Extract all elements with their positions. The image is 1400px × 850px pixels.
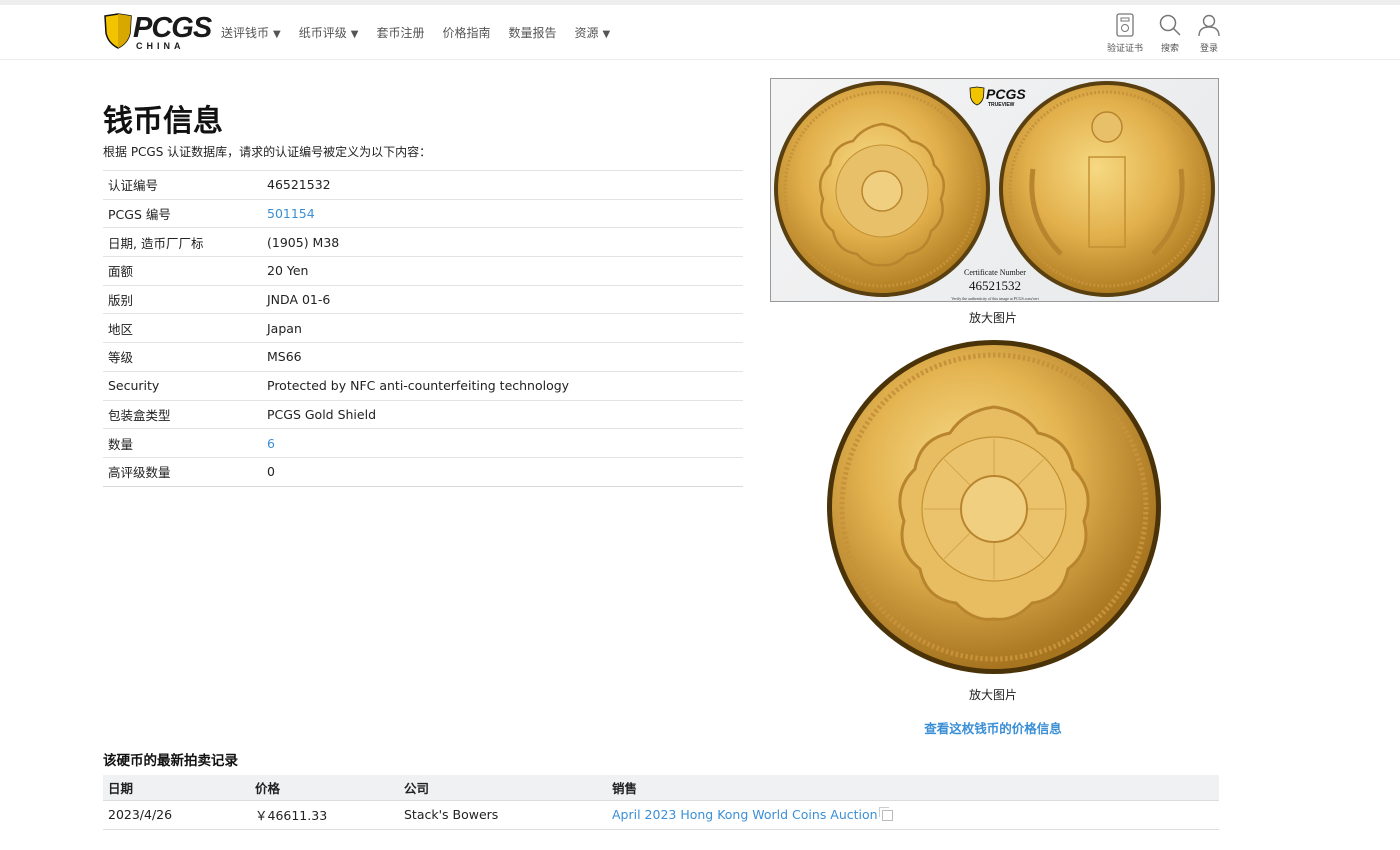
svg-text:TRUEVIEW: TRUEVIEW	[988, 102, 1015, 108]
row-label: PCGS 编号	[103, 198, 262, 228]
row-value: 20 Yen	[262, 256, 743, 286]
table-row: 高评级数量 0	[103, 456, 743, 487]
col-date: 日期	[103, 775, 250, 801]
row-label: Security	[103, 370, 262, 400]
verify-note: Verify the authenticity of this image at…	[951, 296, 1039, 301]
logo-wordmark: PCGS	[133, 12, 212, 44]
row-label: 地区	[103, 313, 262, 343]
table-row: 地区 Japan	[103, 313, 743, 343]
row-label: 高评级数量	[103, 456, 262, 487]
auction-table: 日期 价格 公司 销售 2023/4/26 ￥46611.33 Stack's …	[103, 775, 1219, 830]
table-row: 包装盒类型 PCGS Gold Shield	[103, 399, 743, 429]
shield-icon	[104, 13, 132, 49]
page-title: 钱币信息	[103, 104, 223, 139]
user-icon	[1198, 14, 1220, 37]
slab-image[interactable]: PCGS TRUEVIEW Certificate Number 4652153…	[770, 78, 1219, 302]
auction-company: Stack's Bowers	[399, 800, 607, 830]
table-row: 认证编号 46521532	[103, 170, 743, 200]
certificate-icon	[1116, 13, 1134, 37]
nav-resources[interactable]: 资源 ▼	[574, 24, 610, 41]
auction-date: 2023/4/26	[103, 800, 250, 830]
nav-population-report[interactable]: 数量报告	[508, 24, 556, 41]
external-link-icon[interactable]	[878, 807, 893, 821]
chevron-down-icon: ▼	[602, 29, 611, 40]
row-label: 面额	[103, 256, 262, 286]
nav-banknote-grading[interactable]: 纸币评级 ▼	[299, 24, 359, 41]
nav-set-registry[interactable]: 套币注册	[376, 24, 424, 41]
auction-sale-link[interactable]: April 2023 Hong Kong World Coins Auction	[612, 807, 878, 822]
chevron-down-icon: ▼	[273, 29, 281, 40]
col-price: 价格	[250, 775, 399, 801]
auction-price: ￥46611.33	[250, 800, 399, 830]
col-sale: 销售	[607, 775, 1219, 801]
row-label: 认证编号	[103, 170, 262, 200]
view-price-info-link[interactable]: 查看这枚钱币的价格信息	[893, 718, 1093, 737]
cert-label: Certificate Number	[964, 268, 1026, 277]
table-row: 版别 JNDA 01-6	[103, 284, 743, 314]
row-value: MS66	[262, 342, 743, 372]
row-label: 等级	[103, 342, 262, 372]
row-label: 数量	[103, 428, 262, 458]
row-value: PCGS Gold Shield	[262, 399, 743, 429]
population-link[interactable]: 6	[267, 436, 275, 451]
table-row: 等级 MS66	[103, 342, 743, 372]
table-row: Security Protected by NFC anti-counterfei…	[103, 370, 743, 400]
chevron-down-icon: ▼	[350, 29, 359, 40]
search-icon	[1159, 14, 1181, 36]
table-row: PCGS 编号 501154	[103, 198, 743, 228]
verify-cert-button[interactable]: 验证证书	[1100, 13, 1150, 54]
logo-subtitle: CHINA	[136, 41, 185, 51]
site-header: PCGS CHINA 送评钱币 ▼ 纸币评级 ▼ 套币注册 价格指南 数量报告 资源…	[0, 5, 1400, 60]
row-value: (1905) M38	[262, 227, 743, 257]
row-label: 日期, 造币厂厂标	[103, 227, 262, 257]
row-value: 0	[262, 456, 743, 487]
table-row: 日期, 造币厂厂标 (1905) M38	[103, 227, 743, 257]
nav-submit-coins[interactable]: 送评钱币 ▼	[221, 24, 281, 41]
table-row: 2023/4/26 ￥46611.33 Stack's Bowers April…	[103, 800, 1219, 830]
coin-obverse-image	[774, 81, 990, 297]
row-label: 包装盒类型	[103, 399, 262, 429]
nav-price-guide[interactable]: 价格指南	[442, 24, 490, 41]
auction-section-title: 该硬币的最新拍卖记录	[103, 753, 238, 769]
table-row: 面额 20 Yen	[103, 256, 743, 286]
trueview-logo: PCGS TRUEVIEW	[969, 86, 1026, 108]
coin-large-image[interactable]	[826, 339, 1162, 675]
intro-text: 根据 PCGS 认证数据库，请求的认证编号被定义为以下内容：	[103, 145, 432, 159]
row-value: JNDA 01-6	[262, 284, 743, 314]
table-row: 数量 6	[103, 428, 743, 458]
row-value: 46521532	[262, 170, 743, 200]
enlarge-image-link[interactable]: 放大图片	[893, 309, 1093, 326]
col-company: 公司	[399, 775, 607, 801]
main-nav: 送评钱币 ▼ 纸币评级 ▼ 套币注册 价格指南 数量报告 资源 ▼	[221, 24, 628, 41]
svg-text:PCGS: PCGS	[986, 86, 1026, 102]
row-value: Protected by NFC anti-counterfeiting tec…	[262, 370, 743, 400]
login-button[interactable]: 登录	[1184, 13, 1234, 54]
coin-info-table: 认证编号 46521532 PCGS 编号 501154 日期, 造币厂厂标 (190…	[103, 170, 743, 487]
table-header-row: 日期 价格 公司 销售	[103, 775, 1219, 801]
row-label: 版别	[103, 284, 262, 314]
coin-reverse-image	[999, 81, 1215, 297]
pcgs-number-link[interactable]: 501154	[267, 206, 315, 221]
enlarge-image-link-2[interactable]: 放大图片	[893, 686, 1093, 703]
cert-number: 46521532	[969, 278, 1021, 293]
pcgs-logo[interactable]: PCGS CHINA	[103, 13, 212, 53]
row-value: Japan	[262, 313, 743, 343]
